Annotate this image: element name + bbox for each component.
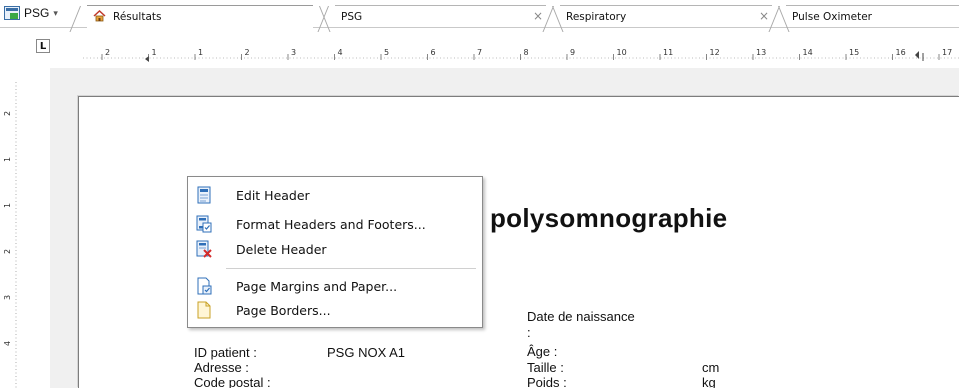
dob-label: Date de naissance xyxy=(527,309,635,324)
ruler-number: 13 xyxy=(756,48,766,57)
menu-item-page-borders[interactable]: Page Borders... xyxy=(189,299,481,321)
ruler-number: 6 xyxy=(431,48,436,57)
tab-respiratory[interactable]: Respiratory × xyxy=(542,5,790,32)
menu-item-label: Page Margins and Paper... xyxy=(236,278,398,294)
ruler-number: 14 xyxy=(803,48,813,57)
tab-bar: PSG ▾ Résultats PSG × Respiratory × Puls… xyxy=(0,0,959,32)
ruler-number: 3 xyxy=(4,295,12,300)
document-title: polysomnographie xyxy=(490,203,728,233)
weight-label: Poids : xyxy=(527,375,567,388)
close-icon[interactable]: × xyxy=(759,9,769,23)
ruler-number: 10 xyxy=(617,48,627,57)
ruler-number: 4 xyxy=(4,341,12,346)
ruler-number: 1 xyxy=(4,157,12,162)
tab-label: Pulse Oximeter xyxy=(792,11,872,23)
format-headers-icon xyxy=(196,215,212,233)
home-icon xyxy=(93,10,106,22)
menu-item-label: Delete Header xyxy=(236,241,327,257)
app-label: PSG xyxy=(24,6,50,20)
menu-item-label: Page Borders... xyxy=(236,302,331,318)
chevron-down-icon: ▾ xyxy=(53,7,58,18)
age-label: Âge : xyxy=(527,344,558,359)
right-indent-marker[interactable] xyxy=(915,51,919,59)
ruler-number: 1 xyxy=(4,203,12,208)
ruler-number: 2 xyxy=(4,249,12,254)
vertical-ruler[interactable]: 2 1 1 2 3 4 xyxy=(4,82,28,388)
height-label: Taille : xyxy=(527,360,564,375)
menu-item-label: Format Headers and Footers... xyxy=(236,216,426,232)
ruler-number: 16 xyxy=(896,48,906,57)
menu-separator xyxy=(226,268,476,269)
ruler-number: 9 xyxy=(570,48,575,57)
ruler-number: 7 xyxy=(477,48,482,57)
ruler-number: 2 xyxy=(105,48,110,57)
tab-label: Résultats xyxy=(113,11,162,23)
ruler-number: 1 xyxy=(198,48,203,57)
menu-item-delete-header[interactable]: Delete Header xyxy=(189,238,481,260)
page-margins-icon xyxy=(197,277,212,295)
menu-item-label: Edit Header xyxy=(236,187,310,203)
tab-label: PSG xyxy=(341,11,363,23)
horizontal-ruler[interactable]: 2 1 1 2 3 4 5 6 7 8 9 10 11 12 13 14 15 16 17 xyxy=(83,45,959,63)
app-menu-button[interactable]: PSG ▾ xyxy=(4,3,58,23)
tab-stop-selector[interactable]: L xyxy=(36,39,50,53)
close-icon[interactable]: × xyxy=(533,9,543,23)
dob-colon: : xyxy=(527,325,531,340)
patient-id-label: ID patient : xyxy=(194,345,257,360)
ruler-number: 17 xyxy=(942,48,952,57)
delete-header-icon xyxy=(196,240,212,258)
menu-item-format-headers-footers[interactable]: Format Headers and Footers... xyxy=(189,213,481,235)
ruler-number: 11 xyxy=(663,48,673,57)
tab-pulse-oximeter[interactable]: Pulse Oximeter xyxy=(768,5,959,32)
ruler-number: 12 xyxy=(710,48,720,57)
tab-resultats[interactable]: Résultats xyxy=(69,5,331,32)
ruler-number: 8 xyxy=(524,48,529,57)
ruler-number: 4 xyxy=(338,48,343,57)
ruler-number: 2 xyxy=(4,111,12,116)
address-label: Adresse : xyxy=(194,360,249,375)
tab-label: Respiratory xyxy=(566,11,627,23)
ruler-number: 2 xyxy=(245,48,250,57)
tab-psg[interactable]: PSG × xyxy=(317,5,564,32)
postal-code-label: Code postal : xyxy=(194,375,271,388)
app-icon xyxy=(4,6,20,20)
menu-item-page-margins[interactable]: Page Margins and Paper... xyxy=(189,275,481,297)
ruler-number: 3 xyxy=(291,48,296,57)
edit-header-icon xyxy=(197,186,211,204)
context-menu: Edit Header Format Headers and Footers..… xyxy=(187,176,483,328)
ruler-number: 5 xyxy=(384,48,389,57)
height-unit: cm xyxy=(702,360,720,375)
patient-id-value: PSG NOX A1 xyxy=(327,345,406,360)
weight-unit: kg xyxy=(702,375,716,388)
menu-item-edit-header[interactable]: Edit Header xyxy=(189,184,481,206)
page-borders-icon xyxy=(197,301,211,319)
ruler-number: 1 xyxy=(152,48,157,57)
ruler-number: 15 xyxy=(849,48,859,57)
